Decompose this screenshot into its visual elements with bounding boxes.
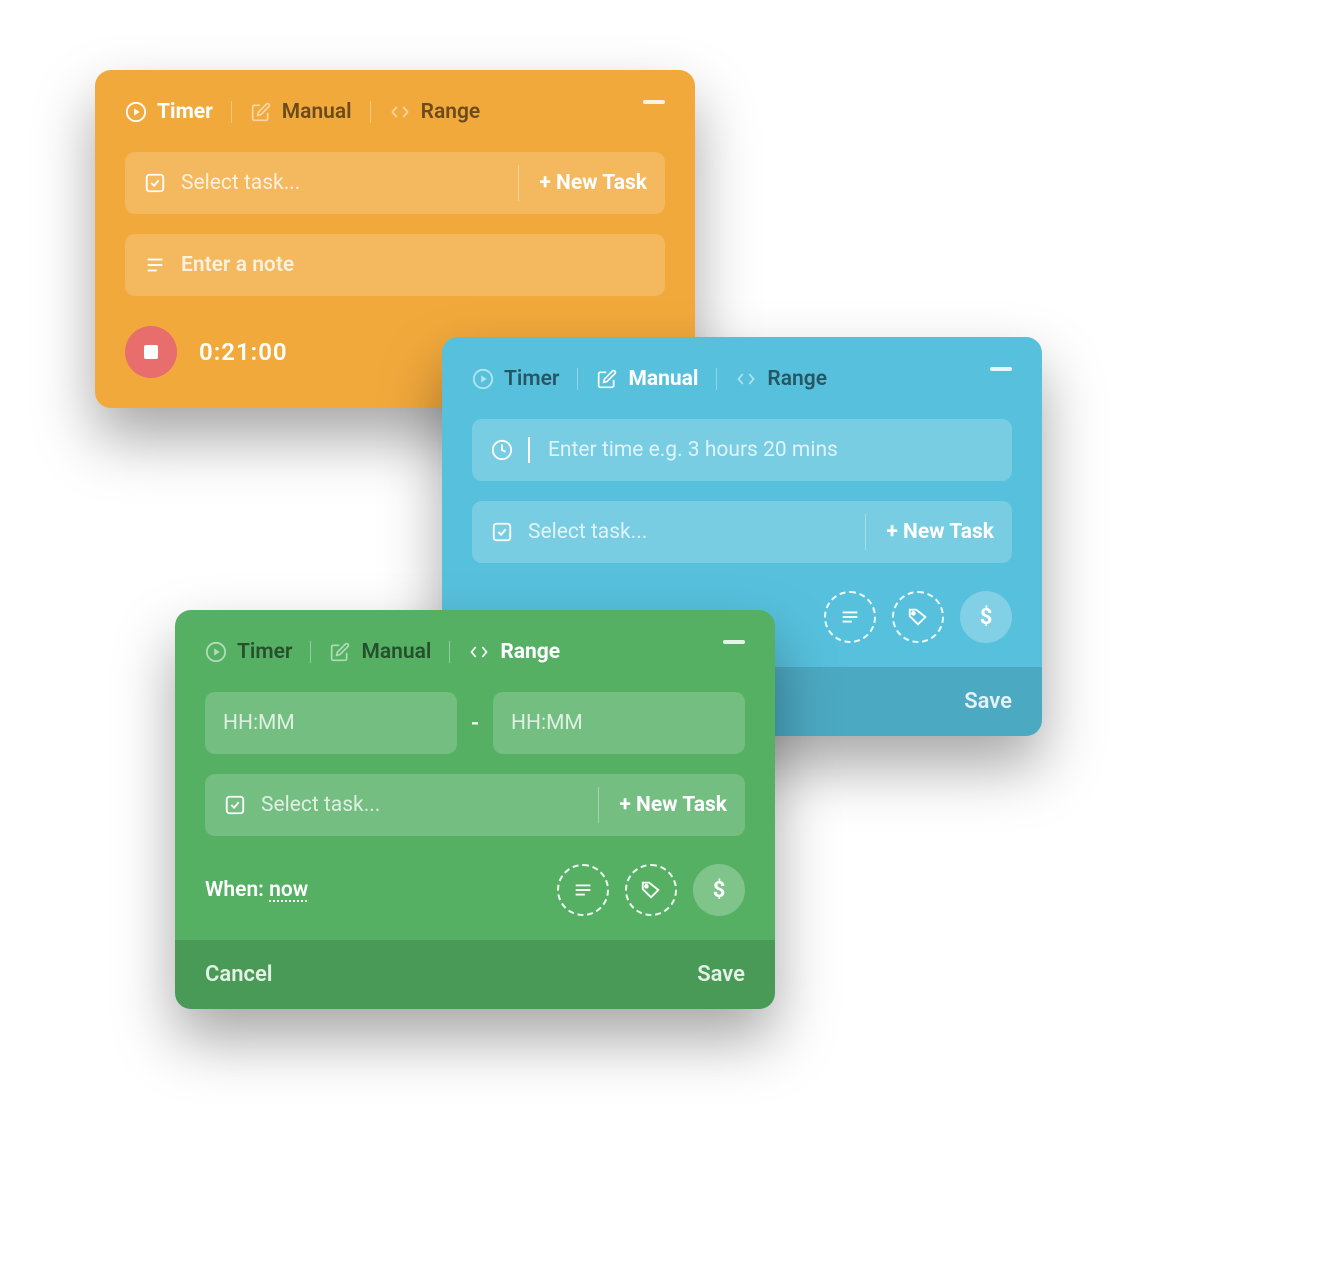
tab-divider [231,101,232,123]
note-lines-icon [839,606,861,628]
check-icon [223,793,247,817]
tag-icon [640,879,662,901]
tab-range-label: Range [767,367,827,391]
tab-timer-label: Timer [504,367,559,391]
field-divider [865,514,866,550]
range-icon [735,368,757,390]
select-task-field[interactable]: Select task... + New Task [472,501,1012,563]
range-card: Timer Manual Range HH:MM - HH:MM [175,610,775,1009]
clock-icon [490,438,514,462]
dollar-icon: $ [980,605,993,630]
tab-divider [716,368,717,390]
tab-timer-label: Timer [237,640,292,664]
tag-button[interactable] [892,591,944,643]
tab-divider [449,641,450,663]
tab-bar: Timer Manual Range [205,640,745,664]
tab-manual-label: Manual [628,367,698,391]
minimize-button[interactable] [723,640,745,644]
new-task-button[interactable]: + New Task [886,520,994,544]
select-task-placeholder: Select task... [261,793,578,817]
card-footer: Cancel Save [175,940,775,1009]
tab-bar: Timer Manual Range [472,367,1012,391]
tab-manual[interactable]: Manual [329,640,431,664]
range-icon [389,101,411,123]
when-value[interactable]: now [269,878,308,902]
billable-button[interactable]: $ [693,864,745,916]
note-placeholder: Enter a note [181,253,647,277]
start-time-field[interactable]: HH:MM [205,692,457,754]
when-label: When: [205,878,264,902]
minimize-button[interactable] [990,367,1012,371]
select-task-placeholder: Select task... [528,520,845,544]
minimize-button[interactable] [643,100,665,104]
note-lines-icon [143,253,167,277]
tab-divider [577,368,578,390]
tab-manual[interactable]: Manual [250,100,352,124]
select-task-field[interactable]: Select task... + New Task [205,774,745,836]
note-button[interactable] [557,864,609,916]
edit-icon [329,641,351,663]
tab-range[interactable]: Range [735,367,827,391]
save-button[interactable]: Save [697,962,745,987]
play-circle-icon [472,368,494,390]
bottom-row: When: now $ [205,856,745,940]
new-task-button[interactable]: + New Task [539,171,647,195]
select-task-placeholder: Select task... [181,171,498,195]
stop-button[interactable] [125,326,177,378]
tab-timer[interactable]: Timer [125,100,213,124]
tab-divider [370,101,371,123]
edit-icon [250,101,272,123]
tab-range-label: Range [421,100,481,124]
play-circle-icon [125,101,147,123]
note-field[interactable]: Enter a note [125,234,665,296]
field-divider [518,165,519,201]
select-task-field[interactable]: Select task... + New Task [125,152,665,214]
range-dash: - [471,711,479,736]
end-time-field[interactable]: HH:MM [493,692,745,754]
tag-button[interactable] [625,864,677,916]
end-time-placeholder: HH:MM [511,711,727,735]
time-input-placeholder: Enter time e.g. 3 hours 20 mins [548,438,994,462]
tab-timer[interactable]: Timer [205,640,292,664]
time-range-row: HH:MM - HH:MM [205,692,745,754]
edit-icon [596,368,618,390]
tab-range[interactable]: Range [389,100,481,124]
billable-button[interactable]: $ [960,591,1012,643]
tab-manual-label: Manual [282,100,352,124]
field-divider [598,787,599,823]
tab-timer-label: Timer [157,100,213,124]
save-button[interactable]: Save [964,689,1012,714]
time-input-field[interactable]: Enter time e.g. 3 hours 20 mins [472,419,1012,481]
when-selector[interactable]: When: now [205,878,308,902]
check-icon [143,171,167,195]
cancel-button[interactable]: Cancel [205,962,273,987]
stop-icon [144,345,158,359]
tab-range[interactable]: Range [468,640,560,664]
dollar-icon: $ [713,878,726,903]
note-lines-icon [572,879,594,901]
check-icon [490,520,514,544]
timer-value: 0:21:00 [199,338,288,366]
tab-bar: Timer Manual Range [125,100,665,124]
tab-manual[interactable]: Manual [596,367,698,391]
tab-divider [310,641,311,663]
tab-range-label: Range [500,640,560,664]
play-circle-icon [205,641,227,663]
tab-timer[interactable]: Timer [472,367,559,391]
new-task-button[interactable]: + New Task [619,793,727,817]
tab-manual-label: Manual [361,640,431,664]
tag-icon [907,606,929,628]
range-icon [468,641,490,663]
start-time-placeholder: HH:MM [223,711,439,735]
text-cursor [528,437,530,463]
note-button[interactable] [824,591,876,643]
